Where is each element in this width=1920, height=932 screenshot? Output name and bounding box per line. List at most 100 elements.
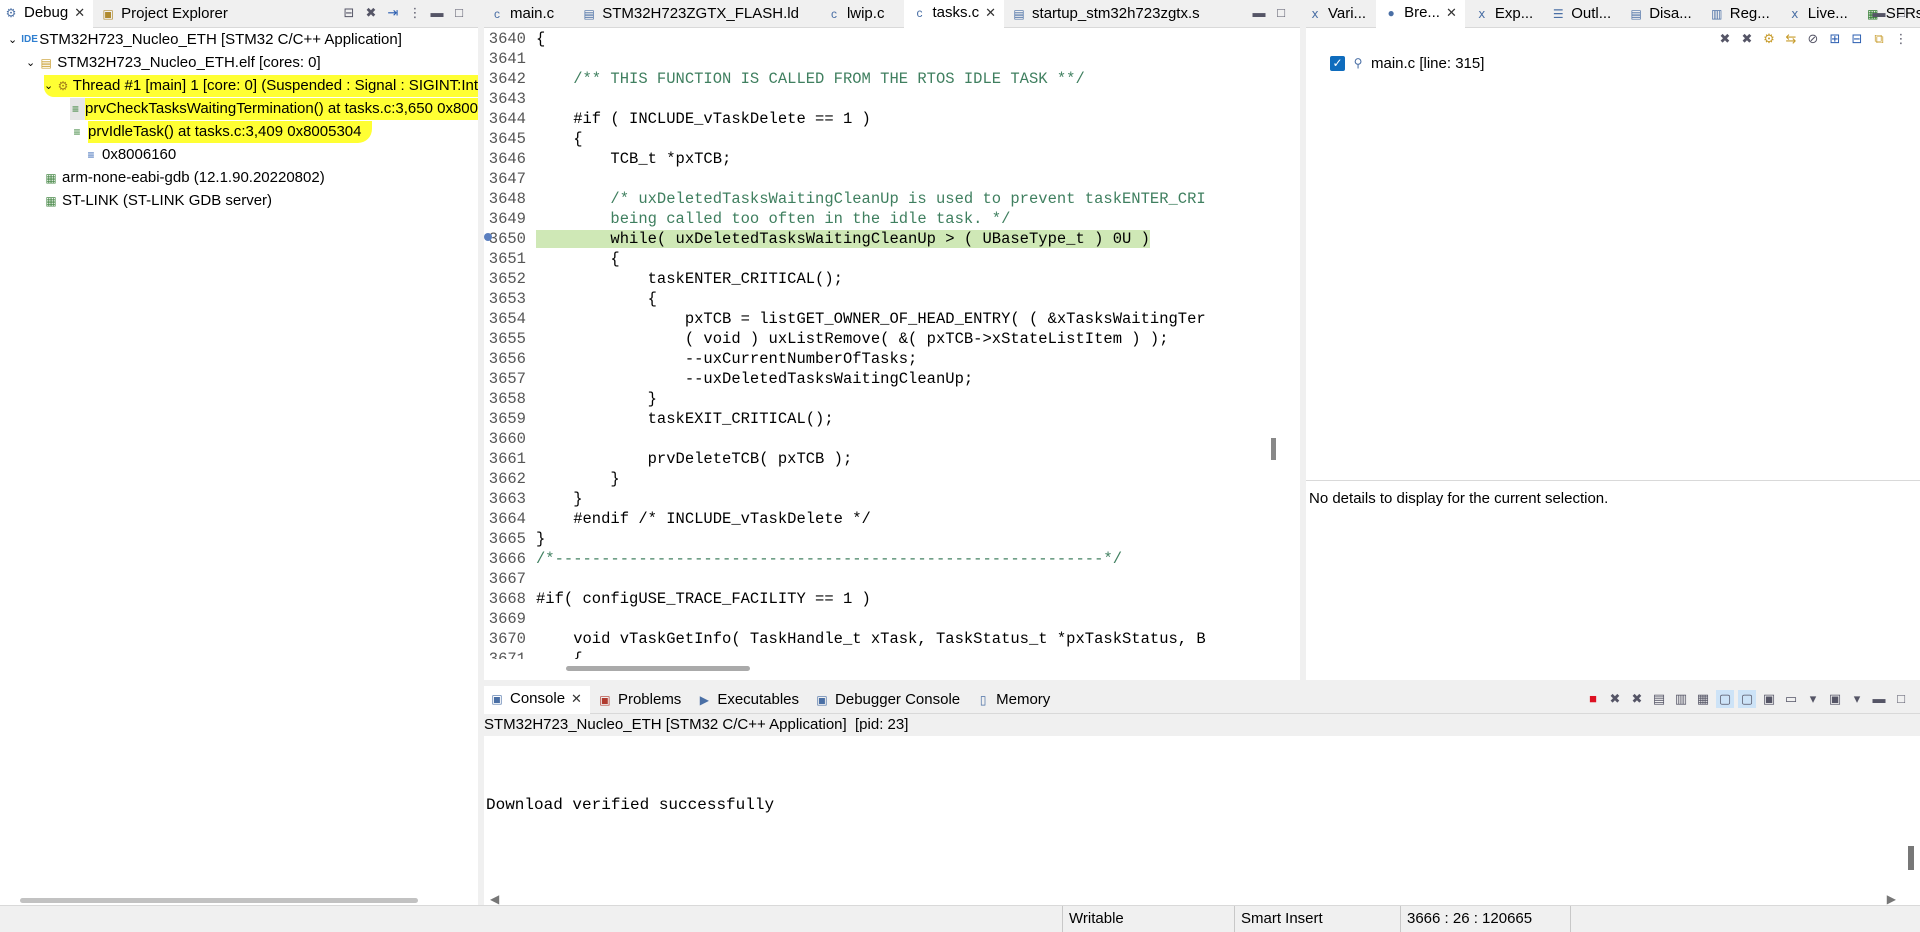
- code-line[interactable]: 3659 taskEXIT_CRITICAL();: [484, 409, 1264, 429]
- code-line[interactable]: 3661 prvDeleteTCB( pxTCB );: [484, 449, 1264, 469]
- remove-all-breakpoints-icon[interactable]: ✖: [1738, 30, 1756, 48]
- tab-executables[interactable]: ▶ Executables: [689, 686, 807, 714]
- checkbox[interactable]: ✓: [1330, 56, 1345, 71]
- tree-item-stack-frame[interactable]: ≡ prvIdleTask() at tasks.c:3,409 0x80053…: [70, 121, 372, 143]
- horizontal-scrollbar[interactable]: [566, 666, 750, 671]
- code-line[interactable]: 3649 being called too often in the idle …: [484, 209, 1264, 229]
- tab-memory[interactable]: ▯ Memory: [968, 686, 1058, 714]
- code-line[interactable]: 3670 void vTaskGetInfo( TaskHandle_t xTa…: [484, 629, 1264, 649]
- code-line[interactable]: 3640{: [484, 29, 1264, 49]
- code-line[interactable]: 3646 TCB_t *pxTCB;: [484, 149, 1264, 169]
- tab-disassembly[interactable]: ▤ Disa...: [1621, 0, 1700, 28]
- step-mode-icon[interactable]: ⇥: [384, 4, 402, 22]
- tree-item-process[interactable]: ⌄ ▤ STM32H723_Nucleo_ETH.elf [cores: 0]: [26, 52, 321, 74]
- scroll-lock-icon[interactable]: ▥: [1672, 690, 1690, 708]
- close-icon[interactable]: ✕: [1446, 5, 1457, 21]
- show-on-output-icon[interactable]: ▢: [1716, 690, 1734, 708]
- code-line[interactable]: 3671 {: [484, 649, 1264, 659]
- code-line[interactable]: 3656 --uxCurrentNumberOfTasks;: [484, 349, 1264, 369]
- code-line[interactable]: 3665}: [484, 529, 1264, 549]
- tree-item-gdb-server[interactable]: ▦ ST-LINK (ST-LINK GDB server): [44, 190, 272, 212]
- tab-debugger-console[interactable]: ▣ Debugger Console: [807, 686, 968, 714]
- tab-breakpoints[interactable]: ● Bre... ✕: [1376, 0, 1465, 28]
- code-area[interactable]: 3640{36413642 /** THIS FUNCTION IS CALLE…: [484, 29, 1264, 659]
- scroll-right-icon[interactable]: ▶: [1887, 892, 1896, 906]
- collapse-all-icon[interactable]: ⊟: [340, 4, 358, 22]
- view-menu-icon[interactable]: ⋮: [406, 4, 424, 22]
- code-line[interactable]: 3666/*----------------------------------…: [484, 549, 1264, 569]
- chevron-down-icon[interactable]: ▾: [1804, 690, 1822, 708]
- minimize-icon[interactable]: ▬: [1870, 690, 1888, 708]
- tab-variables[interactable]: ⅹ Vari...: [1306, 0, 1374, 28]
- chevron-down-icon[interactable]: ▾: [1848, 690, 1866, 708]
- code-line[interactable]: 3667: [484, 569, 1264, 589]
- code-line[interactable]: 3643: [484, 89, 1264, 109]
- tree-item-stack-frame[interactable]: ≡ prvCheckTasksWaitingTermination() at t…: [70, 98, 478, 120]
- tab-live-expressions[interactable]: ⅹ Live...: [1780, 0, 1856, 28]
- word-wrap-icon[interactable]: ▦: [1694, 690, 1712, 708]
- tree-item-stack-frame[interactable]: ≡ 0x8006160: [84, 144, 176, 166]
- link-icon[interactable]: ⧉: [1870, 30, 1888, 48]
- breakpoint-row[interactable]: ✓ ⚲ main.c [line: 315]: [1330, 52, 1484, 74]
- code-line[interactable]: 3651 {: [484, 249, 1264, 269]
- chevron-down-icon[interactable]: ⌄: [8, 29, 17, 51]
- scroll-left-icon[interactable]: ◀: [490, 892, 499, 906]
- code-line[interactable]: 3644 #if ( INCLUDE_vTaskDelete == 1 ): [484, 109, 1264, 129]
- remove-launch-icon[interactable]: ✖: [1606, 690, 1624, 708]
- status-cursor-position[interactable]: 3666 : 26 : 120665: [1400, 906, 1570, 932]
- code-line[interactable]: 3664 #endif /* INCLUDE_vTaskDelete */: [484, 509, 1264, 529]
- new-console-icon[interactable]: ▣: [1826, 690, 1844, 708]
- code-line[interactable]: 3658 }: [484, 389, 1264, 409]
- remove-all-terminated-icon[interactable]: ✖: [1628, 690, 1646, 708]
- pin-console-icon[interactable]: ▣: [1760, 690, 1778, 708]
- code-line[interactable]: 3642 /** THIS FUNCTION IS CALLED FROM TH…: [484, 69, 1264, 89]
- remove-breakpoint-icon[interactable]: ✖: [1716, 30, 1734, 48]
- maximize-icon[interactable]: □: [450, 4, 468, 22]
- code-line[interactable]: 3668#if( configUSE_TRACE_FACILITY == 1 ): [484, 589, 1264, 609]
- clear-console-icon[interactable]: ▤: [1650, 690, 1668, 708]
- code-line[interactable]: 3663 }: [484, 489, 1264, 509]
- tab-lwip-c[interactable]: c lwip.c: [819, 0, 893, 28]
- code-line[interactable]: 3650 while( uxDeletedTasksWaitingCleanUp…: [484, 229, 1264, 249]
- tree-item-launch[interactable]: ⌄ IDE STM32H723_Nucleo_ETH [STM32 C/C++ …: [8, 29, 402, 51]
- code-line[interactable]: 3655 ( void ) uxListRemove( &( pxTCB->xS…: [484, 329, 1264, 349]
- code-line[interactable]: 3648 /* uxDeletedTasksWaitingCleanUp is …: [484, 189, 1264, 209]
- code-line[interactable]: 3653 {: [484, 289, 1264, 309]
- horizontal-scrollbar[interactable]: [20, 898, 418, 903]
- terminate-icon[interactable]: ■: [1584, 690, 1602, 708]
- tab-outline[interactable]: ☰ Outl...: [1543, 0, 1619, 28]
- remove-terminated-icon[interactable]: ✖: [362, 4, 380, 22]
- close-icon[interactable]: ✕: [74, 5, 85, 21]
- tab-console[interactable]: ▣ Console ✕: [484, 686, 590, 714]
- code-line[interactable]: 3669: [484, 609, 1264, 629]
- code-line[interactable]: 3662 }: [484, 469, 1264, 489]
- tab-tasks-c[interactable]: c tasks.c ✕: [904, 0, 1004, 28]
- collapse-all-icon[interactable]: ⊟: [1848, 30, 1866, 48]
- maximize-icon[interactable]: □: [1892, 4, 1910, 22]
- expand-all-icon[interactable]: ⊞: [1826, 30, 1844, 48]
- code-line[interactable]: 3657 --uxDeletedTasksWaitingCleanUp;: [484, 369, 1264, 389]
- status-insert-mode[interactable]: Smart Insert: [1234, 906, 1400, 932]
- breakpoint-marker-icon[interactable]: [484, 233, 492, 241]
- chevron-down-icon[interactable]: ⌄: [26, 52, 35, 74]
- maximize-icon[interactable]: □: [1892, 690, 1910, 708]
- code-line[interactable]: 3645 {: [484, 129, 1264, 149]
- show-on-error-icon[interactable]: ▢: [1738, 690, 1756, 708]
- close-icon[interactable]: ✕: [985, 5, 996, 21]
- tab-registers[interactable]: ▥ Reg...: [1702, 0, 1778, 28]
- close-icon[interactable]: ✕: [571, 691, 582, 707]
- show-breakpoints-icon[interactable]: ⚙: [1760, 30, 1778, 48]
- tree-item-thread[interactable]: ⌄ ⚙ Thread #1 [main] 1 [core: 0] (Suspen…: [44, 75, 478, 97]
- tab-startup-s[interactable]: ▤ startup_stm32h723zgtx.s: [1004, 0, 1208, 28]
- tab-expressions[interactable]: ⅹ Exp...: [1467, 0, 1541, 28]
- tab-flash-ld[interactable]: ▤ STM32H723ZGTX_FLASH.ld: [574, 0, 807, 28]
- tab-main-c[interactable]: c main.c: [484, 0, 562, 28]
- vertical-scrollbar[interactable]: [1271, 438, 1276, 460]
- maximize-icon[interactable]: □: [1272, 4, 1290, 22]
- view-menu-icon[interactable]: ⋮: [1892, 30, 1910, 48]
- code-line[interactable]: 3647: [484, 169, 1264, 189]
- code-line[interactable]: 3652 taskENTER_CRITICAL();: [484, 269, 1264, 289]
- minimize-icon[interactable]: ▬: [428, 4, 446, 22]
- link-with-debug-view-icon[interactable]: ⇆: [1782, 30, 1800, 48]
- vertical-scrollbar[interactable]: [1908, 846, 1914, 870]
